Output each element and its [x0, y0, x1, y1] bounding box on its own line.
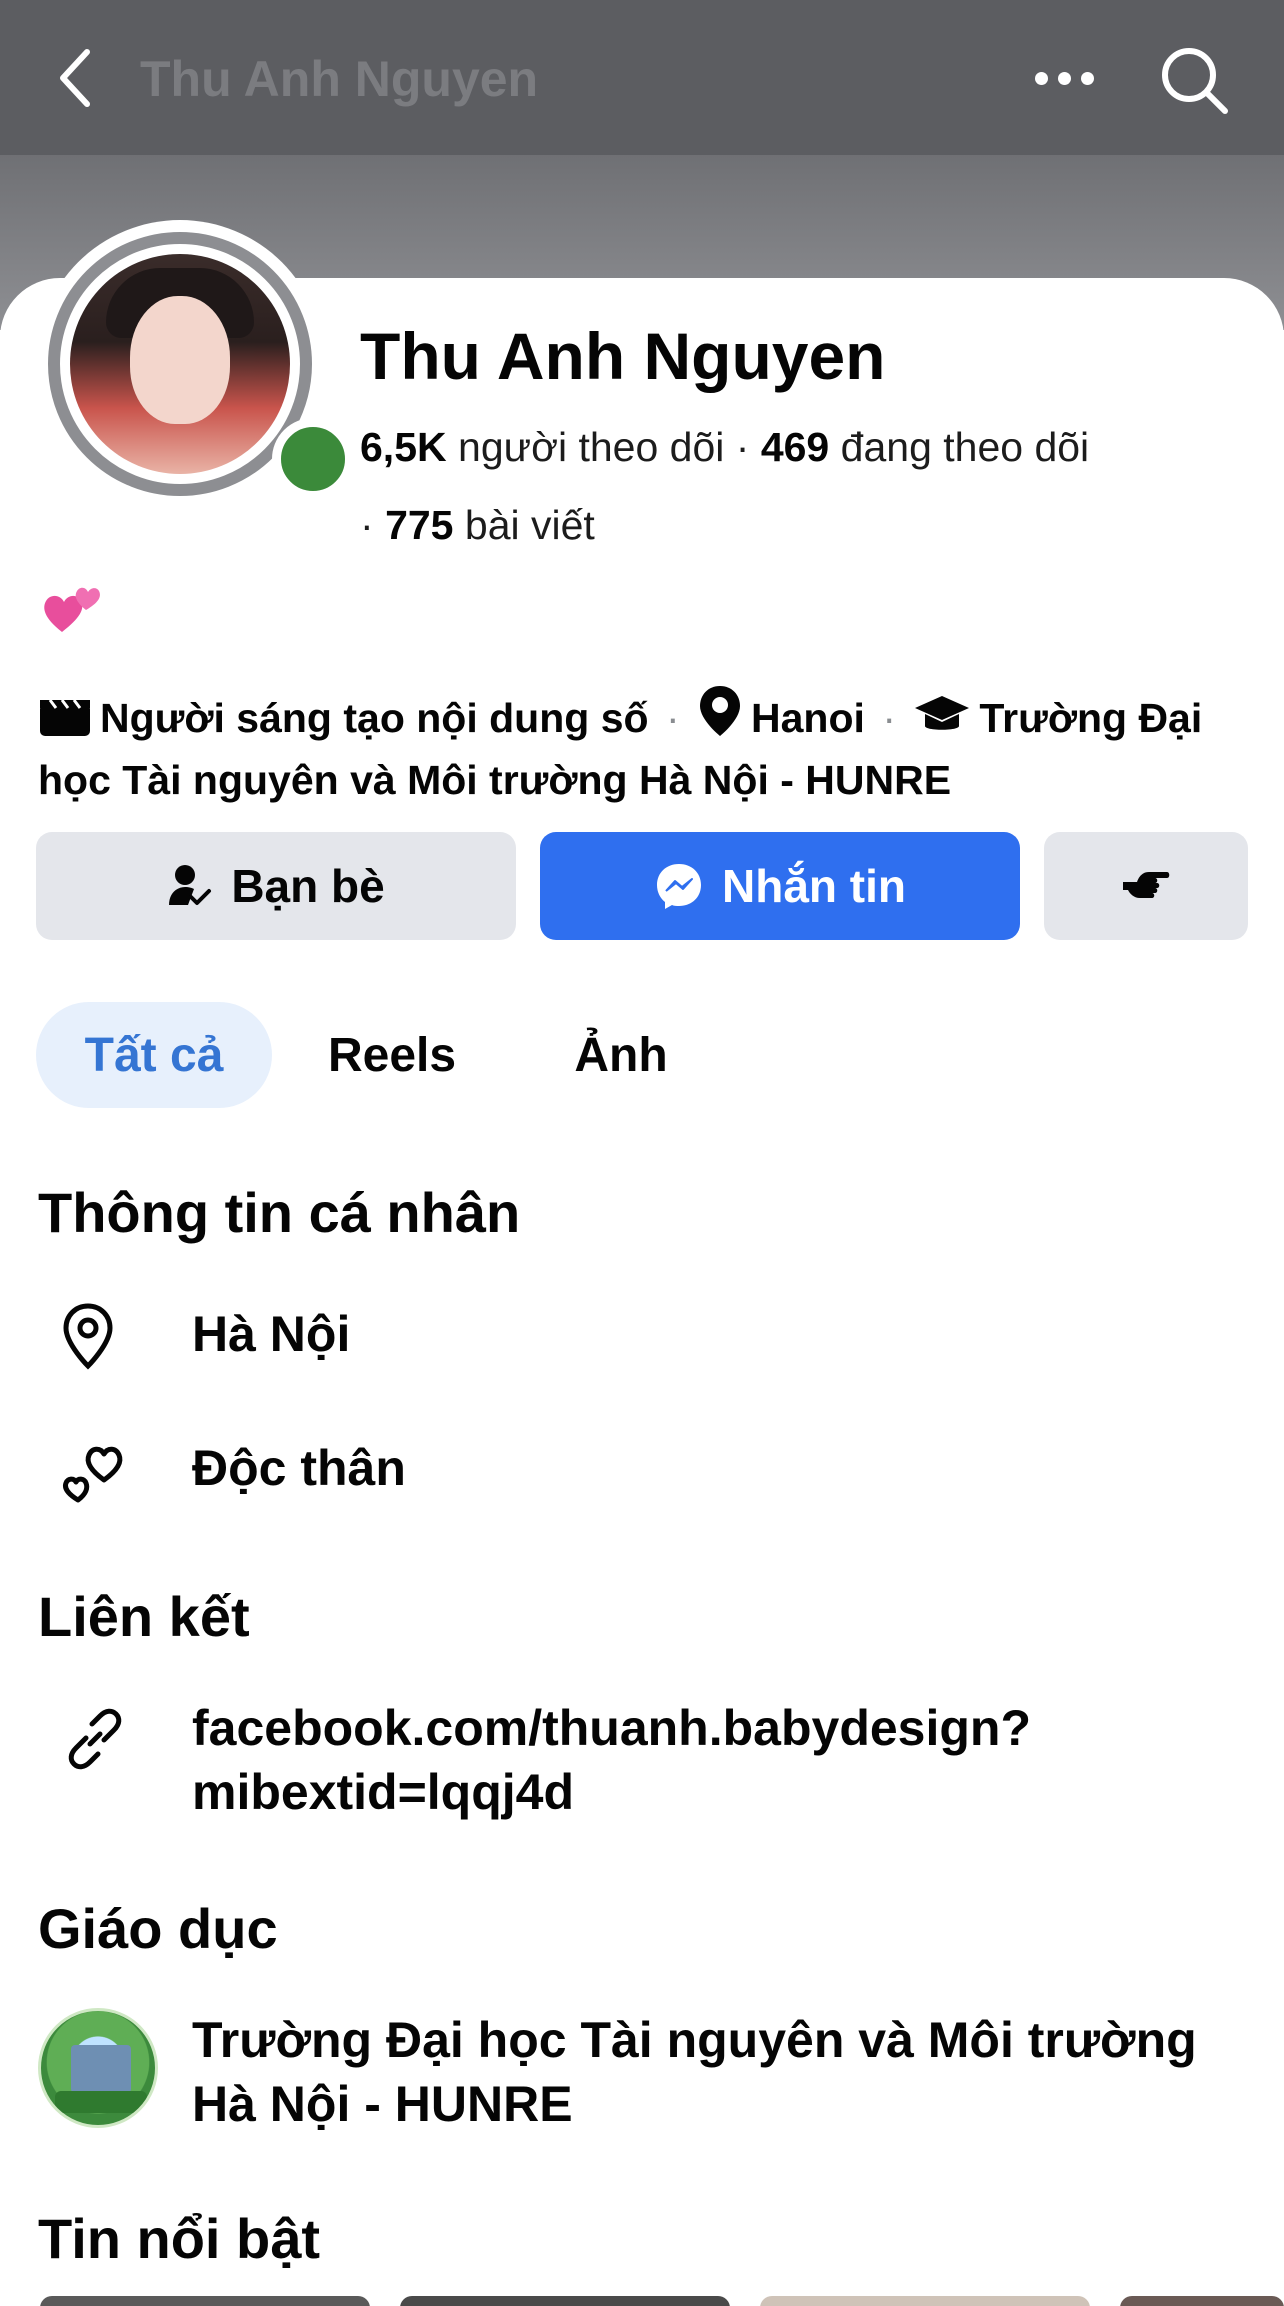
more-options-button[interactable]	[1020, 50, 1108, 106]
profile-name: Thu Anh Nguyen	[360, 319, 886, 393]
creator-category: Người sáng tạo nội dung số	[100, 695, 649, 741]
posts-stat: 775 bài viết	[385, 502, 595, 548]
profile-stats: 6,5K người theo dõi · 469 đang theo dõi …	[360, 424, 1090, 548]
header-title: Thu Anh Nguyen	[140, 51, 539, 107]
featured-highlights	[0, 2296, 1284, 2306]
pointing-hand-icon	[1123, 872, 1170, 898]
bio-hearts-emoji: 💕	[40, 576, 104, 640]
profile-link-text[interactable]: facebook.com/thuanh.babydesign? mibextid…	[154, 1696, 1031, 1824]
links-title: Liên kết	[38, 1585, 250, 1648]
tab-reels[interactable]: Reels	[302, 1002, 482, 1108]
school-logo	[38, 2008, 158, 2128]
profile-sheet	[0, 278, 1284, 2306]
graduation-cap-icon	[913, 692, 971, 752]
friends-button[interactable]: Bạn bè	[36, 832, 516, 940]
following-stat[interactable]: 469 đang theo dõi	[761, 424, 1089, 470]
tab-photos[interactable]: Ảnh	[546, 1002, 696, 1108]
search-button[interactable]	[1150, 36, 1240, 126]
profile-avatar[interactable]	[36, 220, 354, 508]
messenger-icon	[657, 864, 701, 909]
avatar-photo	[70, 254, 290, 474]
school-name[interactable]: Trường Đại học Tài nguyên và Môi trường …	[192, 2008, 1197, 2136]
city-text: Hà Nội	[192, 1306, 351, 1362]
more-actions-button[interactable]	[1044, 832, 1248, 940]
location-pin-outline-icon	[63, 1303, 113, 1370]
highlight-item[interactable]	[400, 2296, 730, 2306]
highlight-item[interactable]	[1120, 2296, 1284, 2306]
two-hearts-icon	[44, 587, 100, 632]
hearts-outline-icon	[63, 1446, 123, 1503]
more-horizontal-icon	[1034, 71, 1048, 85]
relationship-row: Độc thân	[38, 1436, 1258, 1504]
followers-stat[interactable]: 6,5K người theo dõi	[360, 424, 724, 470]
link-row[interactable]: facebook.com/thuanh.babydesign? mibextid…	[38, 1696, 1258, 1824]
education-row[interactable]: Trường Đại học Tài nguyên và Môi trường …	[38, 2008, 1258, 2136]
chevron-left-icon	[60, 49, 90, 107]
tab-all[interactable]: Tất cả	[36, 1002, 272, 1108]
education-title: Giáo dục	[38, 1897, 278, 1960]
featured-title: Tin nổi bật	[38, 2207, 321, 2270]
search-icon	[1162, 48, 1228, 114]
highlight-item[interactable]	[760, 2296, 1090, 2306]
message-button[interactable]: Nhắn tin	[540, 832, 1020, 940]
online-status-dot	[272, 418, 354, 500]
profile-details: Người sáng tạo nội dung số · Hanoi · Trư…	[38, 684, 1258, 808]
city-row: Hà Nội	[38, 1302, 1258, 1370]
highlight-item[interactable]	[40, 2296, 370, 2306]
link-icon	[68, 1708, 122, 1770]
person-check-icon	[169, 865, 212, 905]
location-text: Hanoi	[751, 695, 865, 741]
personal-info-title: Thông tin cá nhân	[38, 1181, 521, 1244]
back-button[interactable]	[40, 40, 110, 116]
location-pin-icon	[697, 684, 743, 752]
profile-actions: Bạn bè Nhắn tin	[36, 832, 1248, 940]
clapperboard-icon	[38, 696, 92, 752]
relationship-text: Độc thân	[192, 1440, 406, 1496]
